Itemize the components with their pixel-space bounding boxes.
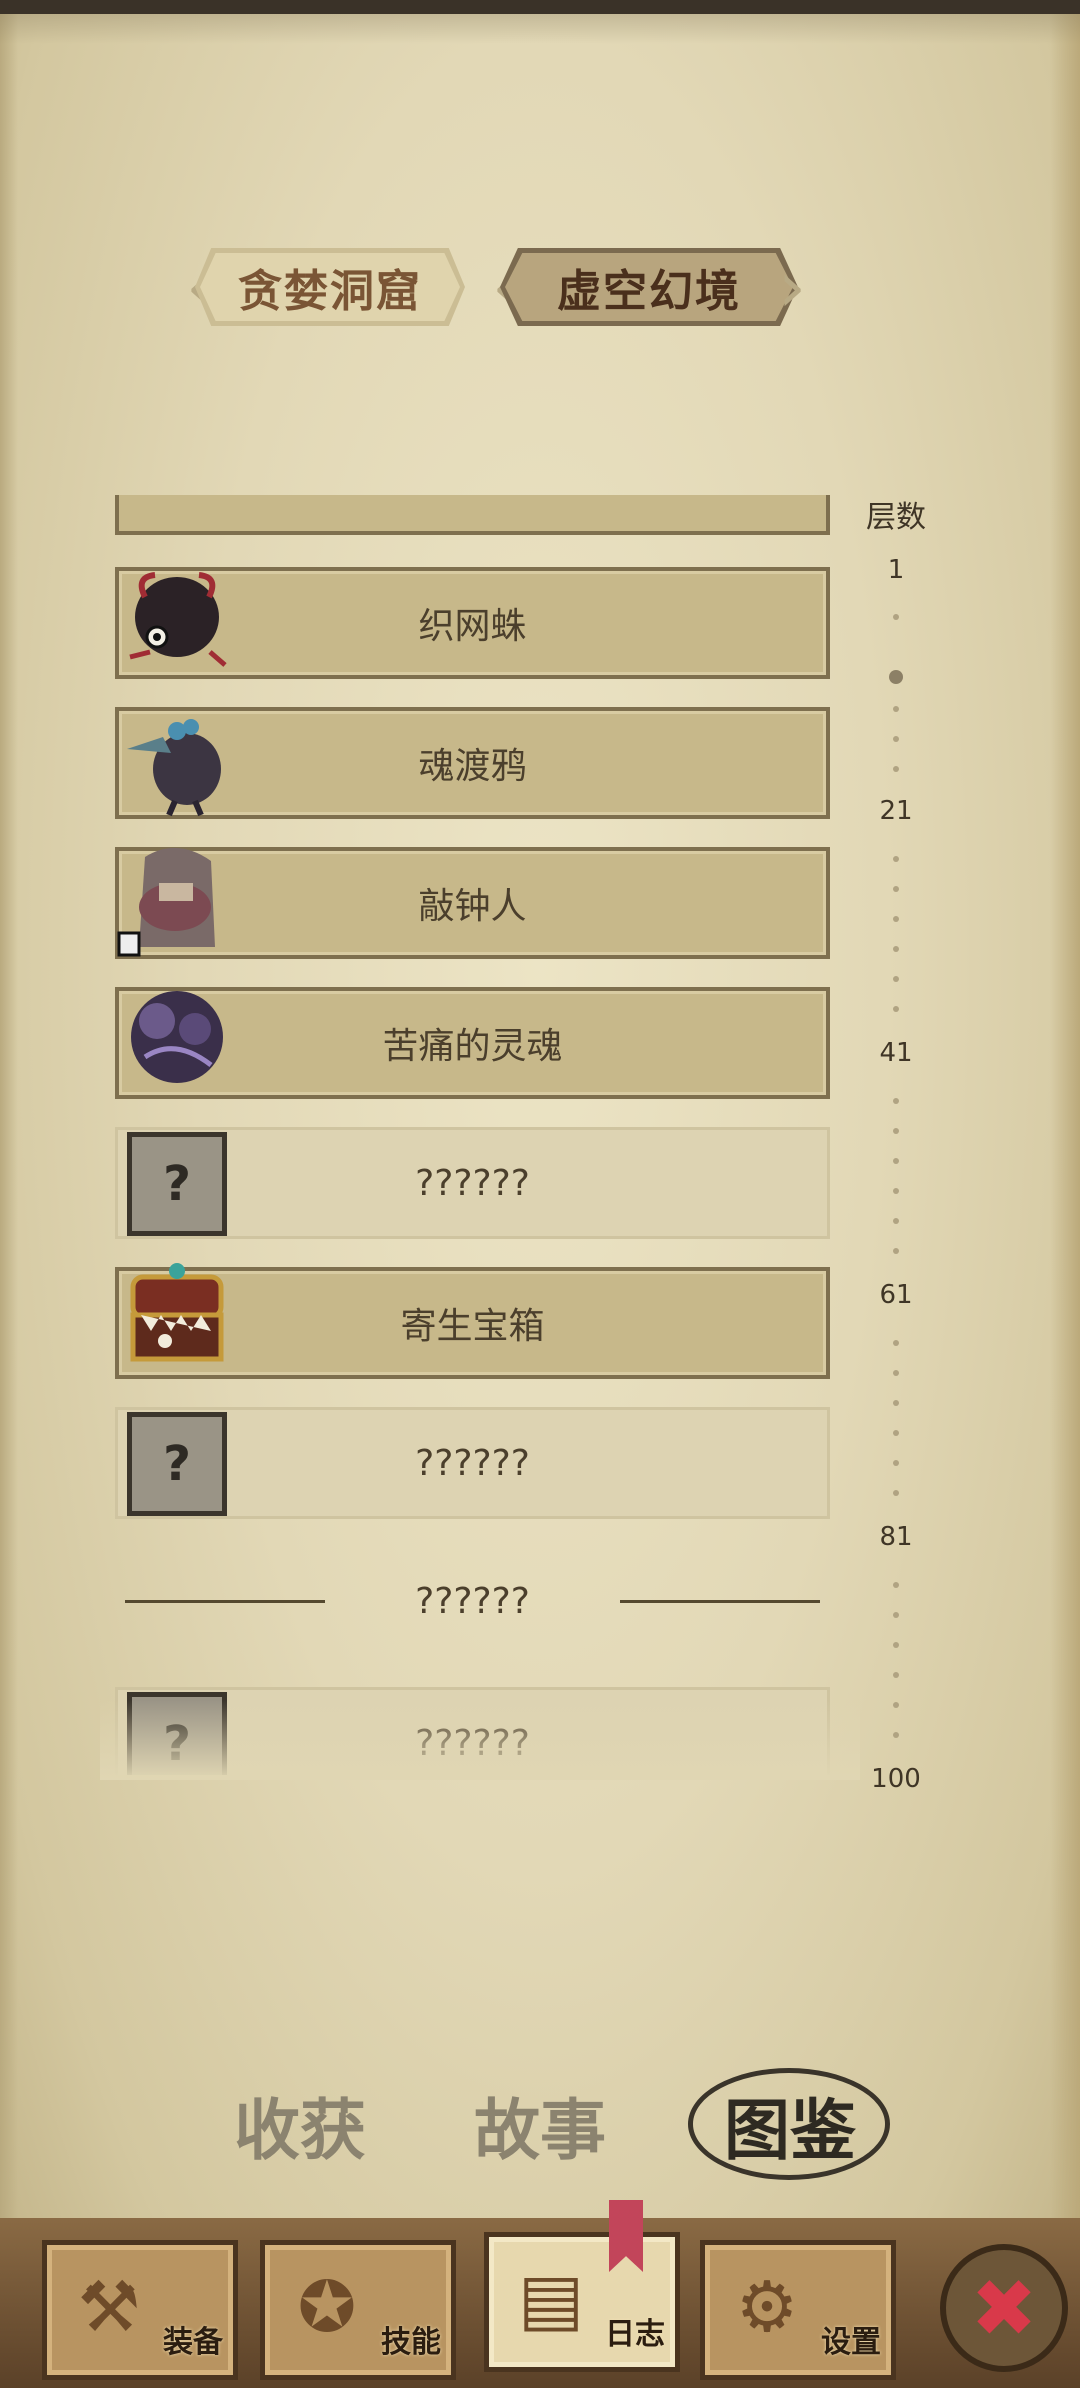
floor-scale-dot xyxy=(893,1672,899,1678)
list-item-label: 苦痛的灵魂 xyxy=(382,1026,563,1067)
floor-scale-dot xyxy=(893,1370,899,1376)
floor-scale-dot xyxy=(893,946,899,952)
list-item-locked[interactable]: ? ?????? xyxy=(115,1127,830,1239)
floor-scale-dot xyxy=(893,736,899,742)
floor-scale-mark: 21 xyxy=(879,796,913,826)
list-item-label: 魂渡鸦 xyxy=(418,746,527,787)
partial-list-item[interactable] xyxy=(115,495,830,535)
tab-story[interactable]: 故事 xyxy=(460,2070,620,2180)
floor-scale-mark: 81 xyxy=(879,1522,913,1552)
list-item-parasitic-chest[interactable]: 寄生宝箱 xyxy=(115,1263,830,1379)
page-top-edge xyxy=(0,0,1080,14)
nav-label: 日志 xyxy=(605,2317,665,2352)
floor-scale-dot xyxy=(893,1430,899,1436)
floor-scale-dot xyxy=(893,1188,899,1194)
floor-scale-dot xyxy=(893,1490,899,1496)
floor-scale-dot xyxy=(893,766,899,772)
floor-scale-dot xyxy=(893,1006,899,1012)
list-item-label: 寄生宝箱 xyxy=(400,1306,545,1347)
floor-scale-mark: 41 xyxy=(879,1038,913,1068)
list-item-soul-raven[interactable]: 魂渡鸦 xyxy=(115,707,830,819)
list-item-tormented-soul[interactable]: 苦痛的灵魂 xyxy=(115,987,830,1099)
floor-scale-dot xyxy=(893,1128,899,1134)
tab-right-chevron-icon: › xyxy=(778,246,806,328)
list-item-locked[interactable]: ? ?????? xyxy=(115,1407,830,1519)
gear-icon: ⚙ xyxy=(735,2266,799,2348)
floor-scale-dot xyxy=(893,614,899,620)
tab-harvest[interactable]: 收获 xyxy=(220,2070,380,2180)
list-item-label: 敲钟人 xyxy=(418,886,527,927)
close-icon: ✖ xyxy=(970,2261,1038,2355)
floor-scale-mark: 1 xyxy=(887,555,905,585)
list-fade-overlay xyxy=(100,1700,860,1780)
nav-settings-button[interactable]: ⚙ 设置 xyxy=(700,2240,896,2380)
divider-label: ?????? xyxy=(415,1580,530,1622)
page-right-edge xyxy=(1050,0,1080,2388)
nav-label: 设置 xyxy=(821,2325,881,2360)
nav-label: 装备 xyxy=(163,2325,223,2360)
list-item-bell-ringer[interactable]: 敲钟人 xyxy=(115,847,830,959)
floor-scale-dot xyxy=(893,1460,899,1466)
list-item-label: ?????? xyxy=(415,1162,530,1204)
floor-scale-position-marker[interactable] xyxy=(889,670,903,684)
floor-scale-dot xyxy=(893,1612,899,1618)
page-top-shadow xyxy=(0,14,1080,44)
floor-scale-dot xyxy=(893,1340,899,1346)
floor-scale-dot xyxy=(893,1218,899,1224)
bestiary-list[interactable]: 织网蛛 魂渡鸦 敲钟人 苦痛的灵魂 ? ?????? 寄生宝箱 ? ??????… xyxy=(115,495,830,1775)
page-left-edge xyxy=(0,0,18,2388)
floor-scale-dot xyxy=(893,856,899,862)
floor-scale-mark: 61 xyxy=(879,1280,913,1310)
floor-scale-dot xyxy=(893,1098,899,1104)
list-item-label: 织网蛛 xyxy=(418,606,527,647)
floor-scale-dot xyxy=(893,1732,899,1738)
floor-scale-dot xyxy=(893,916,899,922)
floor-scale-dot xyxy=(893,1582,899,1588)
list-item-label: ?????? xyxy=(415,1442,530,1484)
list-item-web-spider[interactable]: 织网蛛 xyxy=(115,567,830,679)
section-divider: ?????? xyxy=(115,1571,830,1631)
floor-scale-mark: 100 xyxy=(871,1764,921,1794)
floor-scale-dot xyxy=(893,706,899,712)
floor-scale-dot xyxy=(893,1400,899,1406)
nav-skills-button[interactable]: ✪ 技能 xyxy=(260,2240,456,2380)
nav-label: 技能 xyxy=(381,2325,441,2360)
floor-scale-dot xyxy=(893,1642,899,1648)
floor-scale-dot xyxy=(893,1702,899,1708)
skill-icon: ✪ xyxy=(297,2266,357,2348)
tab-bestiary[interactable]: 图鉴 xyxy=(710,2070,870,2180)
nav-equipment-button[interactable]: ⚒ 装备 xyxy=(42,2240,238,2380)
axe-icon: ⚒ xyxy=(77,2266,141,2348)
close-button[interactable]: ✖ xyxy=(940,2244,1068,2372)
world-tab-void-realm[interactable]: 虚空幻境 xyxy=(500,248,798,326)
world-tab-label: 虚空幻境 xyxy=(557,266,741,317)
nav-journal-button[interactable]: ▤ 日志 xyxy=(484,2232,680,2372)
journal-icon: ▤ xyxy=(517,2258,585,2340)
world-tab-greed-cave[interactable]: 贪婪洞窟 xyxy=(195,248,465,326)
floor-scale-dot xyxy=(893,886,899,892)
world-tab-label: 贪婪洞窟 xyxy=(238,266,422,317)
floor-scale-dot xyxy=(893,1248,899,1254)
floor-scale-title: 层数 xyxy=(866,500,926,535)
floor-scale-dot xyxy=(893,976,899,982)
floor-scale-dot xyxy=(893,1158,899,1164)
